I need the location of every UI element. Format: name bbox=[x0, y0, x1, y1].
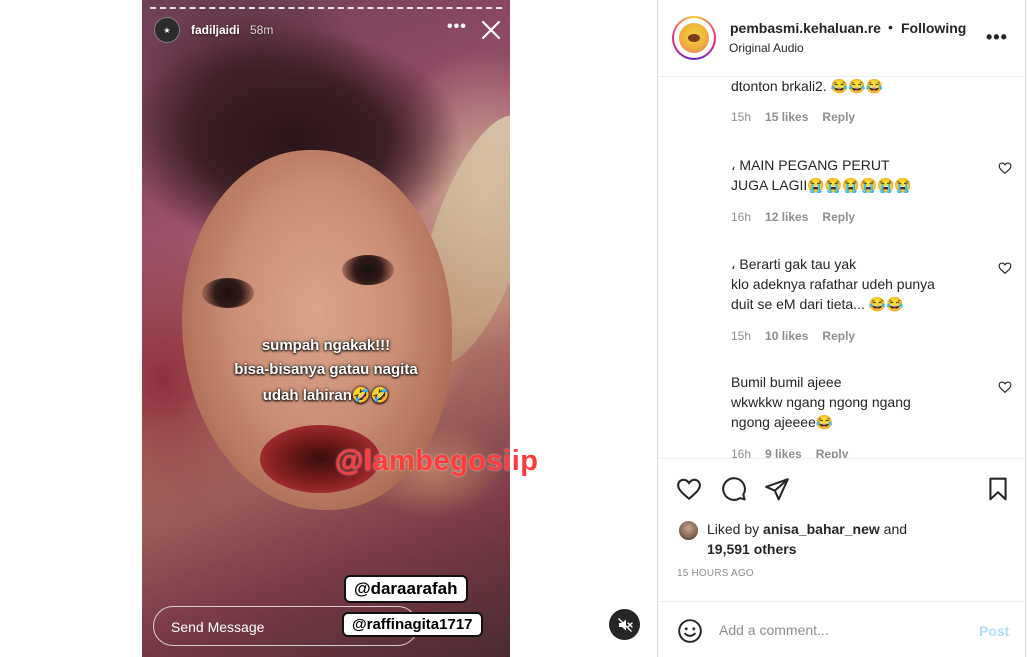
send-message-placeholder: Send Message bbox=[171, 619, 265, 635]
comment-meta: 15h 15 likes Reply bbox=[731, 110, 869, 124]
close-icon[interactable] bbox=[479, 18, 503, 42]
mention-sticker[interactable]: @daraarafah bbox=[344, 575, 468, 603]
separator-dot: • bbox=[888, 19, 893, 35]
heart-icon[interactable] bbox=[676, 476, 702, 502]
story-username[interactable]: fadiljaidi bbox=[191, 23, 240, 37]
comments-list[interactable]: dtonton brkali2. 😂😂😂 15h 15 likes Reply ، … bbox=[658, 78, 1027, 458]
comment-meta: 15h 10 likes Reply bbox=[731, 329, 869, 343]
reply-button[interactable]: Reply bbox=[822, 210, 855, 224]
post-timestamp[interactable]: 15 HOURS AGO bbox=[677, 568, 754, 579]
instagram-post-view: ★ fadiljaidi 58m ••• sumpah ngakak!!! bi… bbox=[0, 0, 1028, 657]
watermark: @lambegosiip bbox=[335, 445, 539, 477]
comment-time[interactable]: 15h bbox=[731, 110, 751, 124]
comment-text: Bumil bumil ajeee wkwkkw ngang ngong nga… bbox=[731, 374, 911, 430]
mention-sticker[interactable]: @raffinagita1717 bbox=[342, 612, 483, 637]
emoji-icon[interactable] bbox=[677, 618, 703, 644]
comment-likes[interactable]: 12 likes bbox=[765, 210, 808, 224]
comment-text: dtonton brkali2. 😂😂😂 bbox=[731, 78, 883, 94]
story-avatar[interactable]: ★ bbox=[154, 17, 180, 43]
heart-icon[interactable] bbox=[998, 261, 1012, 275]
comment-input[interactable] bbox=[719, 618, 969, 642]
bookmark-icon[interactable] bbox=[985, 476, 1011, 502]
reply-button[interactable]: Reply bbox=[822, 329, 855, 343]
share-icon[interactable] bbox=[764, 476, 790, 502]
original-audio-link[interactable]: Original Audio bbox=[729, 41, 804, 55]
avatar[interactable] bbox=[672, 16, 716, 60]
following-button[interactable]: Following bbox=[901, 20, 966, 36]
story-caption-line: udah lahiran🤣🤣 bbox=[262, 387, 390, 404]
story-video[interactable]: ★ fadiljaidi 58m ••• sumpah ngakak!!! bi… bbox=[142, 0, 510, 657]
reply-button[interactable]: Reply bbox=[822, 110, 855, 124]
heart-icon[interactable] bbox=[998, 161, 1012, 175]
story-caption-line: bisa-bisanya gatau nagita bbox=[234, 361, 418, 378]
comment-meta: 16h 9 likes Reply bbox=[731, 447, 862, 458]
mute-button[interactable] bbox=[609, 609, 640, 640]
story-caption-line: sumpah ngakak!!! bbox=[261, 337, 391, 354]
comment-text: ، MAIN PEGANG PERUT JUGA LAGII😭😭😭😭😭😭 bbox=[731, 157, 912, 193]
comment-likes[interactable]: 10 likes bbox=[765, 329, 808, 343]
comment-meta: 16h 12 likes Reply bbox=[731, 210, 869, 224]
add-comment-bar: Post bbox=[658, 601, 1027, 657]
post-username[interactable]: pembasmi.kehaluan.re bbox=[730, 20, 881, 36]
likes-count[interactable]: 19,591 others bbox=[707, 541, 797, 557]
post-side-panel: pembasmi.kehaluan.re • Following Origina… bbox=[657, 0, 1027, 657]
comment-icon[interactable] bbox=[721, 476, 747, 502]
comment-text: ، Berarti gak tau yak klo adeknya rafath… bbox=[731, 256, 935, 312]
story-more-icon[interactable]: ••• bbox=[447, 18, 467, 36]
liked-by-user[interactable]: anisa_bahar_new bbox=[763, 521, 880, 537]
post-header: pembasmi.kehaluan.re • Following Origina… bbox=[658, 0, 1027, 77]
reply-button[interactable]: Reply bbox=[816, 447, 849, 458]
post-actions-bar bbox=[658, 458, 1027, 518]
story-progress-bar bbox=[150, 7, 502, 9]
comment-time[interactable]: 16h bbox=[731, 210, 751, 224]
post-button[interactable]: Post bbox=[979, 623, 1009, 639]
comment-time[interactable]: 16h bbox=[731, 447, 751, 458]
comment-likes[interactable]: 15 likes bbox=[765, 110, 808, 124]
speaker-muted-icon bbox=[617, 617, 633, 632]
comment-time[interactable]: 15h bbox=[731, 329, 751, 343]
liked-by-text: Liked by anisa_bahar_new and bbox=[707, 521, 908, 537]
heart-icon[interactable] bbox=[998, 380, 1012, 394]
liked-by-avatar[interactable] bbox=[678, 520, 699, 541]
media-area: ★ fadiljaidi 58m ••• sumpah ngakak!!! bi… bbox=[0, 0, 657, 657]
story-time: 58m bbox=[250, 23, 274, 37]
more-options-icon[interactable]: ••• bbox=[986, 27, 1008, 48]
comment-likes[interactable]: 9 likes bbox=[765, 447, 802, 458]
